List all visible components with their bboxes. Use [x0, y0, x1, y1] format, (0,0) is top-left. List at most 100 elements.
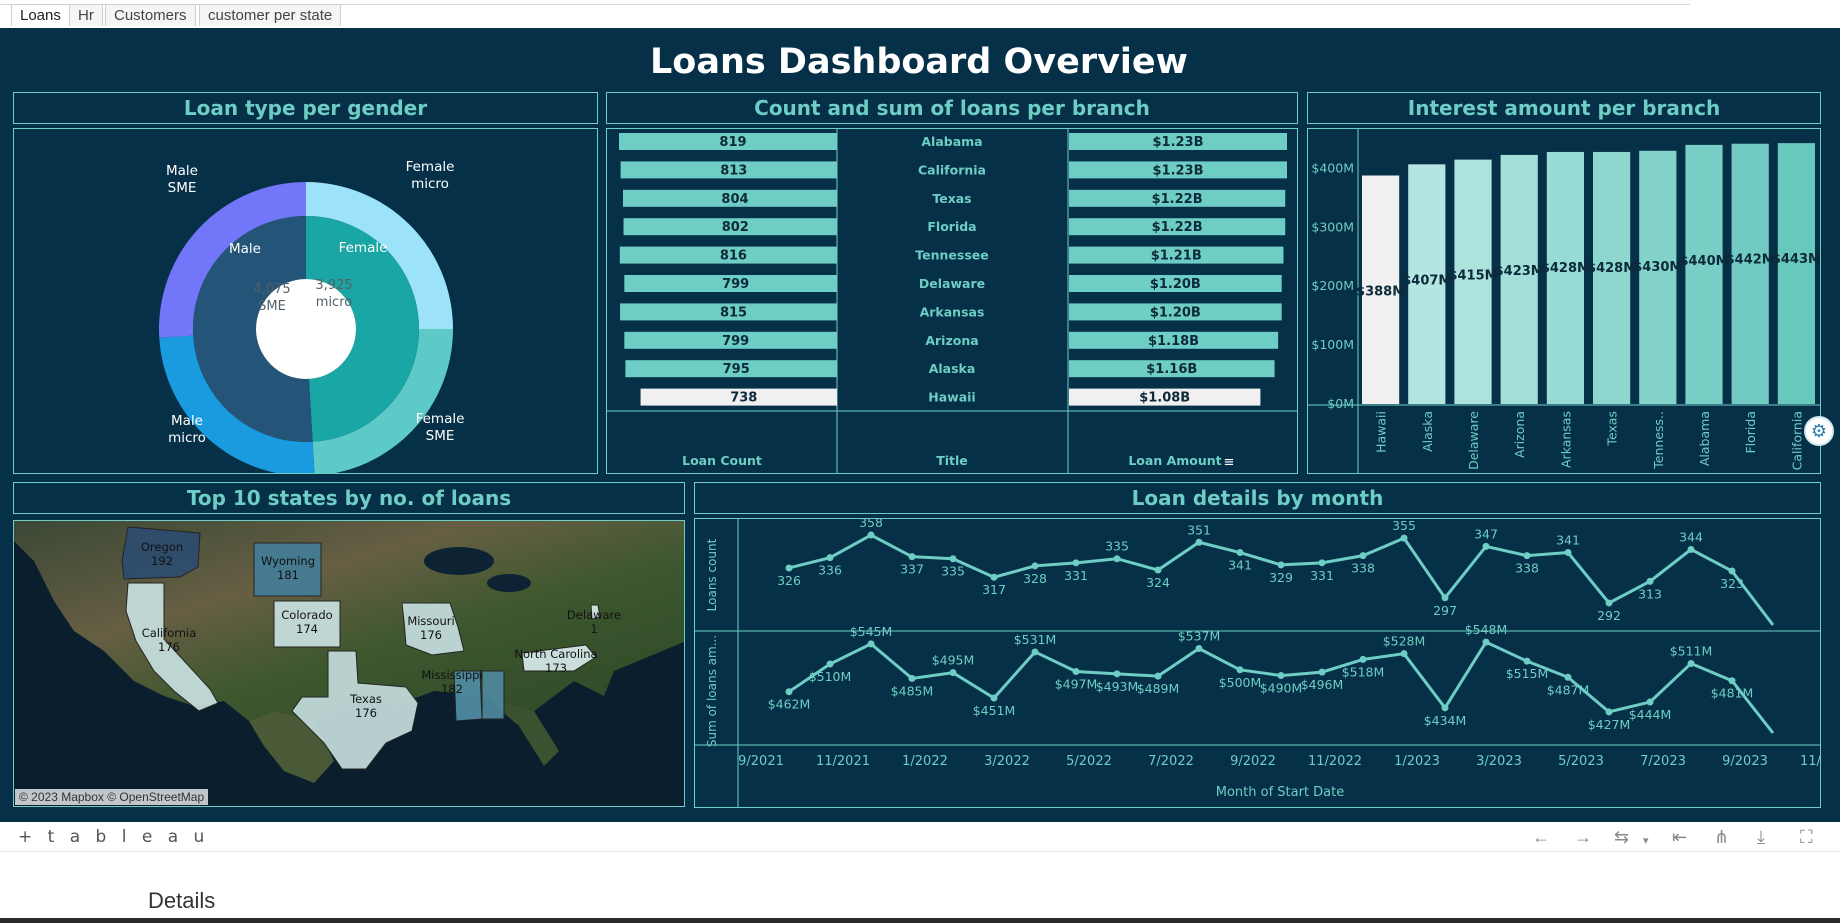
- column-header-loan-count[interactable]: Loan Count: [682, 453, 762, 468]
- branch-table[interactable]: 819 Alabama $1.23B 813 California $1.23B 804 Te…: [607, 129, 1297, 473]
- loans-amount-point[interactable]: [1523, 657, 1531, 665]
- redo-icon[interactable]: →: [1574, 828, 1592, 846]
- interest-bar-florida[interactable]: [1731, 143, 1769, 404]
- pause-icon[interactable]: ⇤: [1672, 828, 1687, 846]
- loans-count-point[interactable]: [1728, 567, 1736, 575]
- map-panel-title: Top 10 states by no. of loans: [13, 482, 685, 514]
- loans-count-point[interactable]: [1564, 549, 1572, 557]
- loans-count-point[interactable]: [1113, 555, 1121, 563]
- states-map[interactable]: Oregon 192 Wyoming 181 Colorado 174 California…: [13, 520, 685, 807]
- loans-amount-point[interactable]: [1236, 666, 1244, 674]
- loans-count-point[interactable]: [867, 531, 875, 539]
- loan-amount-label: $1.21B: [1151, 249, 1202, 264]
- loans-count-data-label: 331: [1064, 568, 1088, 583]
- tab-customers[interactable]: Customers: [105, 4, 196, 26]
- interest-bar-arkansas[interactable]: [1546, 151, 1584, 404]
- interest-bar-chart[interactable]: $0M $100M $200M $300M $400M $388M Hawaii $407M A…: [1308, 129, 1821, 473]
- assistant-icon[interactable]: ⚙: [1804, 416, 1834, 446]
- loans-count-point[interactable]: [1236, 549, 1244, 557]
- revert-dropdown-icon[interactable]: ▾: [1643, 832, 1649, 850]
- loans-count-point[interactable]: [1646, 577, 1654, 585]
- loans-amount-point[interactable]: [908, 674, 916, 682]
- revert-icon[interactable]: ⇆: [1614, 828, 1629, 846]
- interest-value-label: $430M: [1633, 260, 1682, 275]
- column-header-loan-amount[interactable]: Loan Amount: [1128, 453, 1221, 468]
- loans-amount-point[interactable]: [1482, 638, 1490, 646]
- loans-count-point[interactable]: [826, 554, 834, 562]
- loans-count-point[interactable]: [1195, 538, 1203, 546]
- interest-bar-alabama[interactable]: [1685, 144, 1723, 404]
- loans-amount-point[interactable]: [949, 669, 957, 677]
- loans-amount-point[interactable]: [826, 660, 834, 668]
- map-label-oregon: Oregon: [141, 540, 183, 554]
- loans-amount-point[interactable]: [1605, 708, 1613, 716]
- loans-count-point[interactable]: [1400, 534, 1408, 542]
- share-icon[interactable]: ⋔: [1714, 828, 1729, 846]
- interest-bar-texas[interactable]: [1593, 151, 1631, 404]
- loans-count-point[interactable]: [1318, 559, 1326, 567]
- loans-count-point[interactable]: [990, 573, 998, 581]
- loans-count-point[interactable]: [1277, 561, 1285, 569]
- monthly-line-chart[interactable]: Loans count Sum of loans am... 326 336 358 33…: [695, 515, 1840, 807]
- loans-amount-point[interactable]: [1646, 698, 1654, 706]
- loans-amount-point[interactable]: [1072, 668, 1080, 676]
- interest-bar-california[interactable]: [1777, 143, 1815, 404]
- map-value-oregon: 192: [151, 554, 173, 568]
- loans-count-point[interactable]: [949, 555, 957, 563]
- loans-amount-data-label: $427M: [1588, 717, 1631, 732]
- loans-amount-point[interactable]: [1400, 650, 1408, 658]
- fullscreen-icon[interactable]: ⛶: [1800, 828, 1813, 846]
- loan-count-label: 813: [720, 163, 747, 178]
- loans-count-point[interactable]: [1154, 566, 1162, 574]
- loans-amount-point[interactable]: [1113, 670, 1121, 678]
- loans-amount-point[interactable]: [785, 688, 793, 696]
- loans-count-data-label: 331: [1310, 568, 1334, 583]
- interest-value-label: $428M: [1541, 261, 1590, 276]
- map-label-texas: Texas: [349, 692, 382, 706]
- map-credit[interactable]: © 2023 Mapbox © OpenStreetMap: [15, 789, 209, 805]
- details-heading: Details: [148, 888, 216, 913]
- loans-amount-point[interactable]: [1687, 659, 1695, 667]
- tableau-logo-icon[interactable]: + t a b l e a u: [18, 827, 209, 847]
- gender-donut-chart[interactable]: Male SME Female micro Female SME Male micro Male…: [14, 129, 597, 477]
- loans-count-point[interactable]: [908, 553, 916, 561]
- map-region-mississippi-east[interactable]: [481, 670, 505, 720]
- loans-amount-point[interactable]: [1195, 644, 1203, 652]
- loans-count-data-label: 344: [1679, 529, 1703, 544]
- loans-amount-point[interactable]: [1031, 648, 1039, 656]
- loans-count-point[interactable]: [1441, 594, 1449, 602]
- y-tick-label: $0M: [1327, 396, 1354, 411]
- loans-amount-data-label: $489M: [1137, 681, 1180, 696]
- loan-amount-label: $1.22B: [1152, 192, 1203, 207]
- tab-customer-per-state[interactable]: customer per state: [199, 4, 342, 26]
- undo-icon[interactable]: ←: [1532, 828, 1550, 846]
- tab-loans[interactable]: Loans: [11, 4, 70, 26]
- loans-amount-point[interactable]: [1318, 668, 1326, 676]
- loans-count-data-label: 317: [982, 582, 1006, 597]
- loans-count-point[interactable]: [1359, 552, 1367, 560]
- loans-amount-point[interactable]: [867, 640, 875, 648]
- loans-count-point[interactable]: [1072, 559, 1080, 567]
- column-header-title[interactable]: Title: [936, 453, 968, 468]
- loans-count-point[interactable]: [785, 564, 793, 572]
- interest-bar-arizona[interactable]: [1500, 154, 1538, 404]
- loans-amount-point[interactable]: [1359, 655, 1367, 663]
- loans-count-point[interactable]: [1523, 552, 1531, 560]
- loans-count-point[interactable]: [1605, 599, 1613, 607]
- loans-amount-data-label: $496M: [1301, 677, 1344, 692]
- sort-icon[interactable]: ≡: [1224, 455, 1235, 470]
- states-map-svg[interactable]: Oregon192 Wyoming181 Colorado174 California…: [14, 521, 685, 807]
- tab-hr[interactable]: Hr: [69, 4, 103, 26]
- loans-amount-point[interactable]: [990, 694, 998, 702]
- loans-amount-point[interactable]: [1277, 672, 1285, 680]
- loans-count-point[interactable]: [1687, 545, 1695, 553]
- loans-amount-point[interactable]: [1154, 672, 1162, 680]
- loans-count-point[interactable]: [1031, 562, 1039, 570]
- loans-amount-point[interactable]: [1441, 704, 1449, 712]
- interest-bar-tenness[interactable]: [1639, 150, 1677, 404]
- download-icon[interactable]: ⤓: [1757, 828, 1765, 846]
- loans-amount-point[interactable]: [1728, 677, 1736, 685]
- loans-count-point[interactable]: [1482, 542, 1490, 550]
- loans-amount-point[interactable]: [1564, 673, 1572, 681]
- dashboard-title: Loans Dashboard Overview: [650, 42, 1188, 82]
